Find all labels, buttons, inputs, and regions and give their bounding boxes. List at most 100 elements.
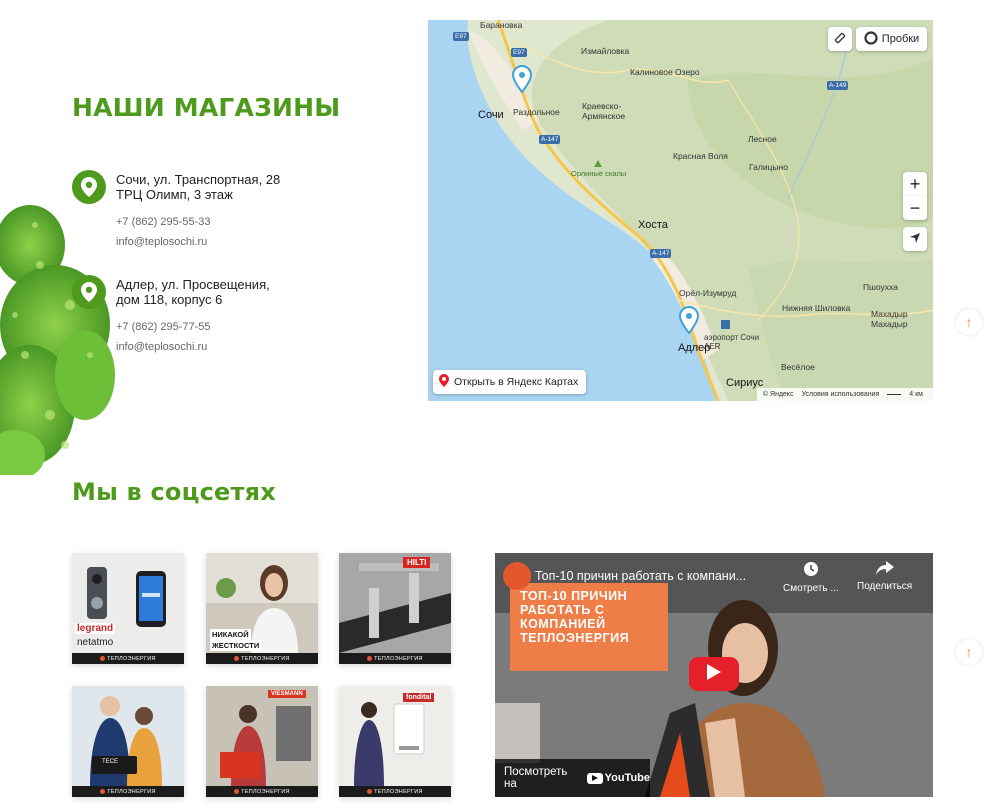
map-pin-icon: [439, 374, 449, 390]
decorative-tree-image: [0, 205, 120, 475]
post-caption: НИКАКОЙ: [210, 629, 251, 640]
map-place-label: Красная Воля: [673, 151, 728, 161]
traffic-button[interactable]: Пробки: [856, 27, 927, 51]
youtube-video-embed[interactable]: ТОП-10 ПРИЧИН РАБОТАТЬ С КОМПАНИЕЙ ТЕПЛО…: [495, 553, 933, 797]
social-post-thumbnail[interactable]: VIESMANN ТЕПЛОЭНЕРГИЯ: [206, 686, 318, 797]
map-copyright: © Яндекс: [762, 391, 794, 398]
map-place-label: Адлер: [678, 342, 711, 354]
thumbnail-brand: ТЕПЛОЭНЕРГИЯ: [374, 788, 423, 795]
brand-caption: HILTI: [403, 557, 431, 568]
play-icon: [707, 663, 721, 685]
map-place-label: Краевско- Армянское: [582, 101, 626, 121]
watch-later-button[interactable]: Смотреть ...: [783, 561, 839, 594]
thumbnail-footer: ТЕПЛОЭНЕРГИЯ: [72, 653, 184, 664]
post-caption: ЖЕСТКОСТИ: [210, 640, 262, 651]
brand-logo-icon: [367, 789, 373, 794]
traffic-label: Пробки: [881, 33, 920, 45]
share-label: Поделиться: [857, 581, 913, 592]
social-post-thumbnail[interactable]: legrand netatmo ТЕПЛОЭНЕРГИЯ: [72, 553, 184, 664]
navigation-arrow-icon: [909, 232, 921, 247]
brand-caption: netatmo: [77, 637, 114, 648]
ruler-button[interactable]: [828, 27, 852, 51]
brand-logo-icon: [234, 656, 240, 661]
map-place-label: Калиновое Озеро: [630, 67, 700, 77]
road-badge: A-147: [650, 249, 672, 258]
map-place-label: Пшоухха: [863, 282, 898, 292]
zoom-in-button[interactable]: +: [903, 172, 927, 196]
map-place-label: Весёлое: [781, 362, 815, 372]
brand-logo-icon: [100, 789, 106, 794]
brand-caption: VIESMANN: [268, 690, 306, 698]
location-pin-icon: [72, 275, 106, 309]
map-attribution: © Яндекс Условия использования 4 км: [756, 388, 933, 401]
store-phone-link[interactable]: +7 (862) 295-55-33: [116, 216, 210, 228]
youtube-play-icon: [586, 772, 603, 784]
map-place-label: Орёл-Изумруд: [679, 288, 737, 298]
store-email-link[interactable]: info@teplosochi.ru: [116, 341, 207, 353]
video-banner-text: ТОП-10 ПРИЧИН РАБОТАТЬ С КОМПАНИЕЙ ТЕПЛО…: [510, 583, 668, 671]
map-place-label: Сочи: [478, 109, 504, 121]
thumbnail-footer: ТЕПЛОЭНЕРГИЯ: [72, 786, 184, 797]
map-place-label: Барановка: [480, 20, 523, 30]
people-with-toolcase-image: [72, 686, 184, 786]
play-button[interactable]: [689, 657, 739, 691]
video-title[interactable]: Топ-10 причин работать с компани...: [535, 569, 746, 583]
geolocation-button[interactable]: [903, 227, 927, 251]
map-place-label: аэропорт Сочи AER: [704, 333, 760, 351]
social-post-thumbnail[interactable]: TECE ТЕПЛОЭНЕРГИЯ: [72, 686, 184, 797]
watch-on-youtube-link[interactable]: Посмотреть на YouTube: [495, 759, 650, 797]
social-post-thumbnail[interactable]: НИКАКОЙ ЖЕСТКОСТИ ТЕПЛОЭНЕРГИЯ: [206, 553, 318, 664]
share-arrow-icon: [875, 561, 894, 578]
brand-logo-icon: [100, 656, 106, 661]
location-pin-icon: [72, 170, 106, 204]
social-post-thumbnail[interactable]: HILTI ТЕПЛОЭНЕРГИЯ: [339, 553, 451, 664]
ruler-icon: [834, 32, 846, 47]
map-place-label: Нижняя Шиловка: [782, 303, 851, 313]
youtube-logo: YouTube: [586, 772, 650, 784]
zoom-out-button[interactable]: −: [903, 196, 927, 220]
youtube-label: YouTube: [604, 772, 650, 784]
store-address: Адлер, ул. Просвещения, дом 118, корпус …: [116, 277, 270, 307]
map-place-label: Лесное: [748, 134, 777, 144]
social-section-title: Мы в соцсетях: [72, 478, 276, 506]
watch-on-label: Посмотреть на: [504, 766, 568, 790]
map-scale-label: 4 км: [909, 391, 923, 398]
brand-caption: fondital: [403, 693, 435, 702]
arrow-up-icon: ↑: [965, 644, 973, 660]
watch-later-label: Смотреть ...: [783, 583, 839, 594]
map-place-label: Раздольное: [513, 107, 560, 117]
thumbnail-footer: ТЕПЛОЭНЕРГИЯ: [339, 786, 451, 797]
thumbnail-footer: ТЕПЛОЭНЕРГИЯ: [206, 786, 318, 797]
clock-icon: [803, 561, 819, 580]
road-badge: A-147: [539, 135, 561, 144]
woman-with-boiler-box-image: [206, 686, 318, 786]
store-phone-link[interactable]: +7 (862) 295-77-55: [116, 321, 210, 333]
brand-caption: TECE: [102, 759, 119, 765]
map-scale-bar: [887, 394, 902, 395]
social-post-thumbnail[interactable]: fondital ТЕПЛОЭНЕРГИЯ: [339, 686, 451, 797]
thumbnail-brand: ТЕПЛОЭНЕРГИЯ: [374, 655, 423, 662]
store-address: Сочи, ул. Транспортная, 28 ТРЦ Олимп, 3 …: [116, 172, 281, 202]
thumbnail-brand: ТЕПЛОЭНЕРГИЯ: [107, 655, 156, 662]
map-place-label: Орлиные скалы: [571, 169, 627, 178]
road-badge: A-149: [827, 81, 849, 90]
scroll-up-button[interactable]: ↑: [956, 639, 982, 665]
arrow-up-icon: ↑: [965, 314, 973, 330]
brand-caption: legrand: [75, 623, 116, 634]
store-email-link[interactable]: info@teplosochi.ru: [116, 236, 207, 248]
open-in-yandex-maps-button[interactable]: Открыть в Яндекс Картах: [433, 370, 587, 394]
open-in-yandex-label: Открыть в Яндекс Картах: [454, 376, 579, 388]
map-terms-link[interactable]: Условия использования: [802, 391, 880, 398]
thumbnail-brand: ТЕПЛОЭНЕРГИЯ: [241, 655, 290, 662]
map-place-label: Измайловка: [581, 46, 630, 56]
thumbnail-footer: ТЕПЛОЭНЕРГИЯ: [339, 653, 451, 664]
pipe-fixing-image: [339, 553, 451, 653]
channel-avatar[interactable]: [503, 562, 531, 590]
map-place-label: Махадыр Махадыр: [871, 309, 908, 329]
thumbnail-brand: ТЕПЛОЭНЕРГИЯ: [107, 788, 156, 795]
road-badge: E97: [453, 32, 469, 41]
share-button[interactable]: Поделиться: [857, 561, 912, 592]
brand-logo-icon: [367, 656, 373, 661]
yandex-map[interactable]: Барановка Измайловка Калиновое Озеро Соч…: [428, 20, 933, 401]
scroll-up-button[interactable]: ↑: [956, 309, 982, 335]
